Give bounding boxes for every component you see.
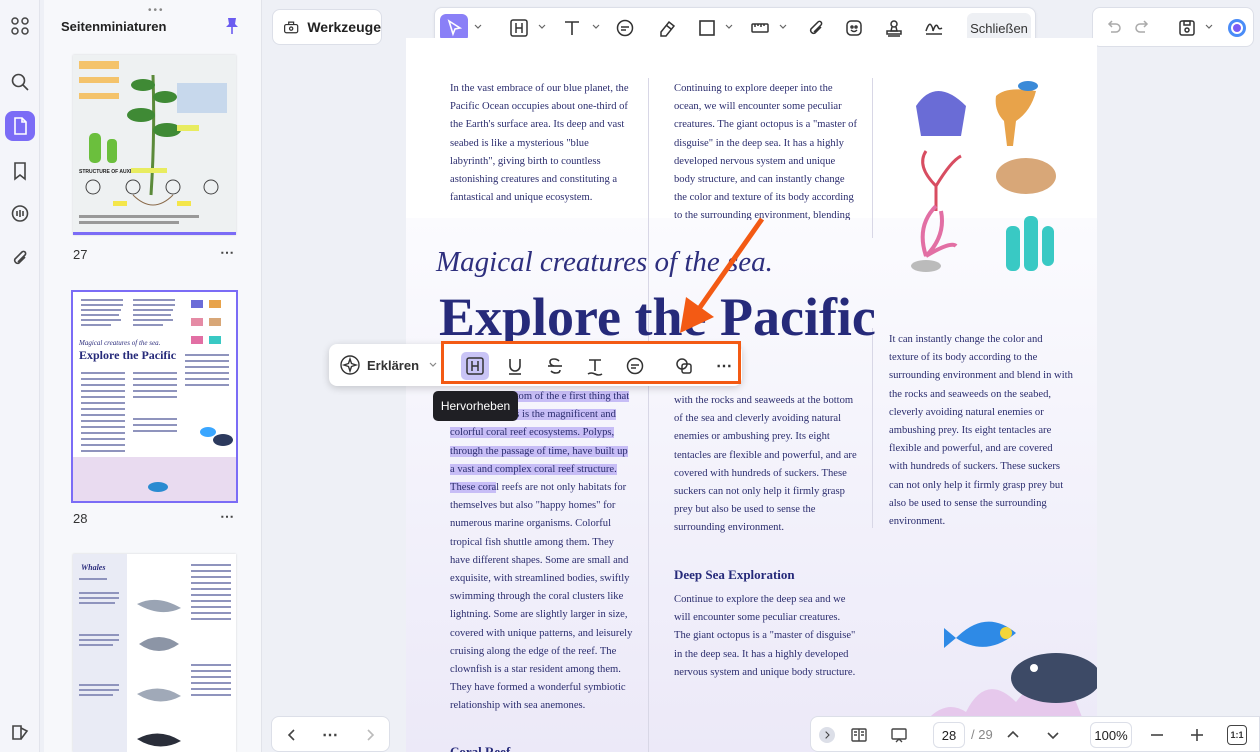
thumbnail-title: Whales — [81, 563, 106, 572]
thumbnail-page-29[interactable]: Whales — [73, 554, 236, 752]
presentation-icon[interactable] — [889, 725, 909, 745]
thumbnail-page-28[interactable]: Magical creatures of the sea. Explore th… — [71, 290, 238, 503]
thumbnail-panel: ••• Seitenminiaturen STRUCTURE OF AUXIN — [44, 0, 262, 752]
history-toolbar — [1092, 7, 1254, 47]
column-divider — [648, 78, 649, 752]
collapse-icon[interactable] — [819, 727, 835, 743]
thumbnail-subtitle: Magical creatures of the sea. — [79, 339, 161, 347]
column2-intro[interactable]: Continuing to explore deeper into the oc… — [674, 80, 859, 220]
tooltip: Hervorheben — [433, 391, 518, 421]
ai-explain-icon — [340, 355, 360, 375]
undo-icon[interactable] — [1099, 14, 1127, 42]
thumbnail-page-number: 28 — [73, 511, 88, 526]
chevron-down-icon[interactable] — [1205, 23, 1213, 31]
bookmark-icon[interactable] — [5, 156, 35, 186]
redo-icon[interactable] — [1129, 14, 1157, 42]
drag-handle[interactable]: ••• — [148, 5, 165, 16]
column1-body[interactable]: eep into the bottom of the e first thing… — [450, 388, 635, 728]
attachment-icon[interactable] — [5, 243, 35, 273]
zoom-in-icon[interactable] — [1187, 725, 1207, 745]
page-title[interactable]: Explore the Pacific — [439, 286, 876, 348]
chevron-down-icon[interactable] — [1043, 725, 1063, 745]
chevron-right-icon[interactable] — [360, 725, 380, 745]
thumbnails-icon[interactable] — [5, 111, 35, 141]
column-divider — [872, 328, 873, 528]
zoom-out-icon[interactable] — [1147, 725, 1167, 745]
search-icon[interactable] — [5, 67, 35, 97]
chevron-down-icon[interactable] — [592, 23, 600, 31]
chevron-down-icon[interactable] — [474, 23, 482, 31]
toolbox-icon — [284, 21, 299, 34]
left-icon-rail — [0, 0, 40, 752]
chevron-left-icon[interactable] — [282, 725, 302, 745]
column1-intro[interactable]: In the vast embrace of our blue planet, … — [450, 80, 635, 207]
chevron-up-icon[interactable] — [1003, 725, 1023, 745]
column-divider — [872, 78, 873, 238]
more-pages-button[interactable]: ⋯ — [320, 725, 340, 745]
tools-button[interactable]: Werkzeuge — [272, 9, 382, 45]
thumbnail-title: Explore the Pacific — [79, 348, 177, 362]
save-icon[interactable] — [1173, 14, 1201, 42]
coral-images — [911, 81, 1056, 272]
chevron-down-icon[interactable] — [725, 23, 733, 31]
coral-heading[interactable]: Coral Reef — [450, 744, 510, 752]
page-layout-icon[interactable] — [849, 725, 869, 745]
thumbnail-more-button[interactable]: ⋯ — [220, 508, 235, 525]
explain-button[interactable]: Erklären — [339, 353, 437, 377]
comment-icon[interactable] — [5, 199, 35, 229]
thumbnail-page-number: 27 — [73, 247, 88, 262]
annotation-highlight-frame — [441, 341, 741, 384]
thumbnail-more-button[interactable]: ⋯ — [220, 244, 235, 261]
zoom-level[interactable]: 100% — [1090, 722, 1132, 748]
actual-size-button[interactable]: 1:1 — [1227, 725, 1247, 745]
page-nav-right: 28 / 29 100% 1:1 — [810, 716, 1260, 752]
thumbnail-page-27[interactable]: STRUCTURE OF AUXIN — [73, 55, 236, 235]
arrow-annotation — [680, 217, 765, 333]
column3-text[interactable]: It can instantly change the color and te… — [889, 331, 1074, 531]
svg-text:STRUCTURE OF AUXIN: STRUCTURE OF AUXIN — [79, 169, 135, 175]
chevron-down-icon[interactable] — [538, 23, 546, 31]
tools-label: Werkzeuge — [307, 19, 381, 35]
layers-icon[interactable] — [5, 717, 35, 747]
page-number-input[interactable]: 28 — [933, 722, 965, 748]
column2-body[interactable]: with the rocks and seaweeds at the botto… — [674, 392, 859, 538]
apps-grid-icon[interactable] — [5, 11, 35, 41]
page-nav-left: ⋯ — [271, 716, 390, 752]
section-heading[interactable]: Deep Sea Exploration — [674, 567, 795, 583]
ai-assistant-icon[interactable] — [1223, 14, 1251, 42]
pin-icon[interactable] — [225, 17, 239, 35]
chevron-down-icon[interactable] — [779, 23, 787, 31]
explain-label: Erklären — [367, 357, 420, 373]
body-text[interactable]: l reefs are not only habitats for themse… — [450, 482, 632, 711]
chevron-down-icon[interactable] — [429, 361, 437, 369]
page-total: / 29 — [971, 727, 993, 742]
